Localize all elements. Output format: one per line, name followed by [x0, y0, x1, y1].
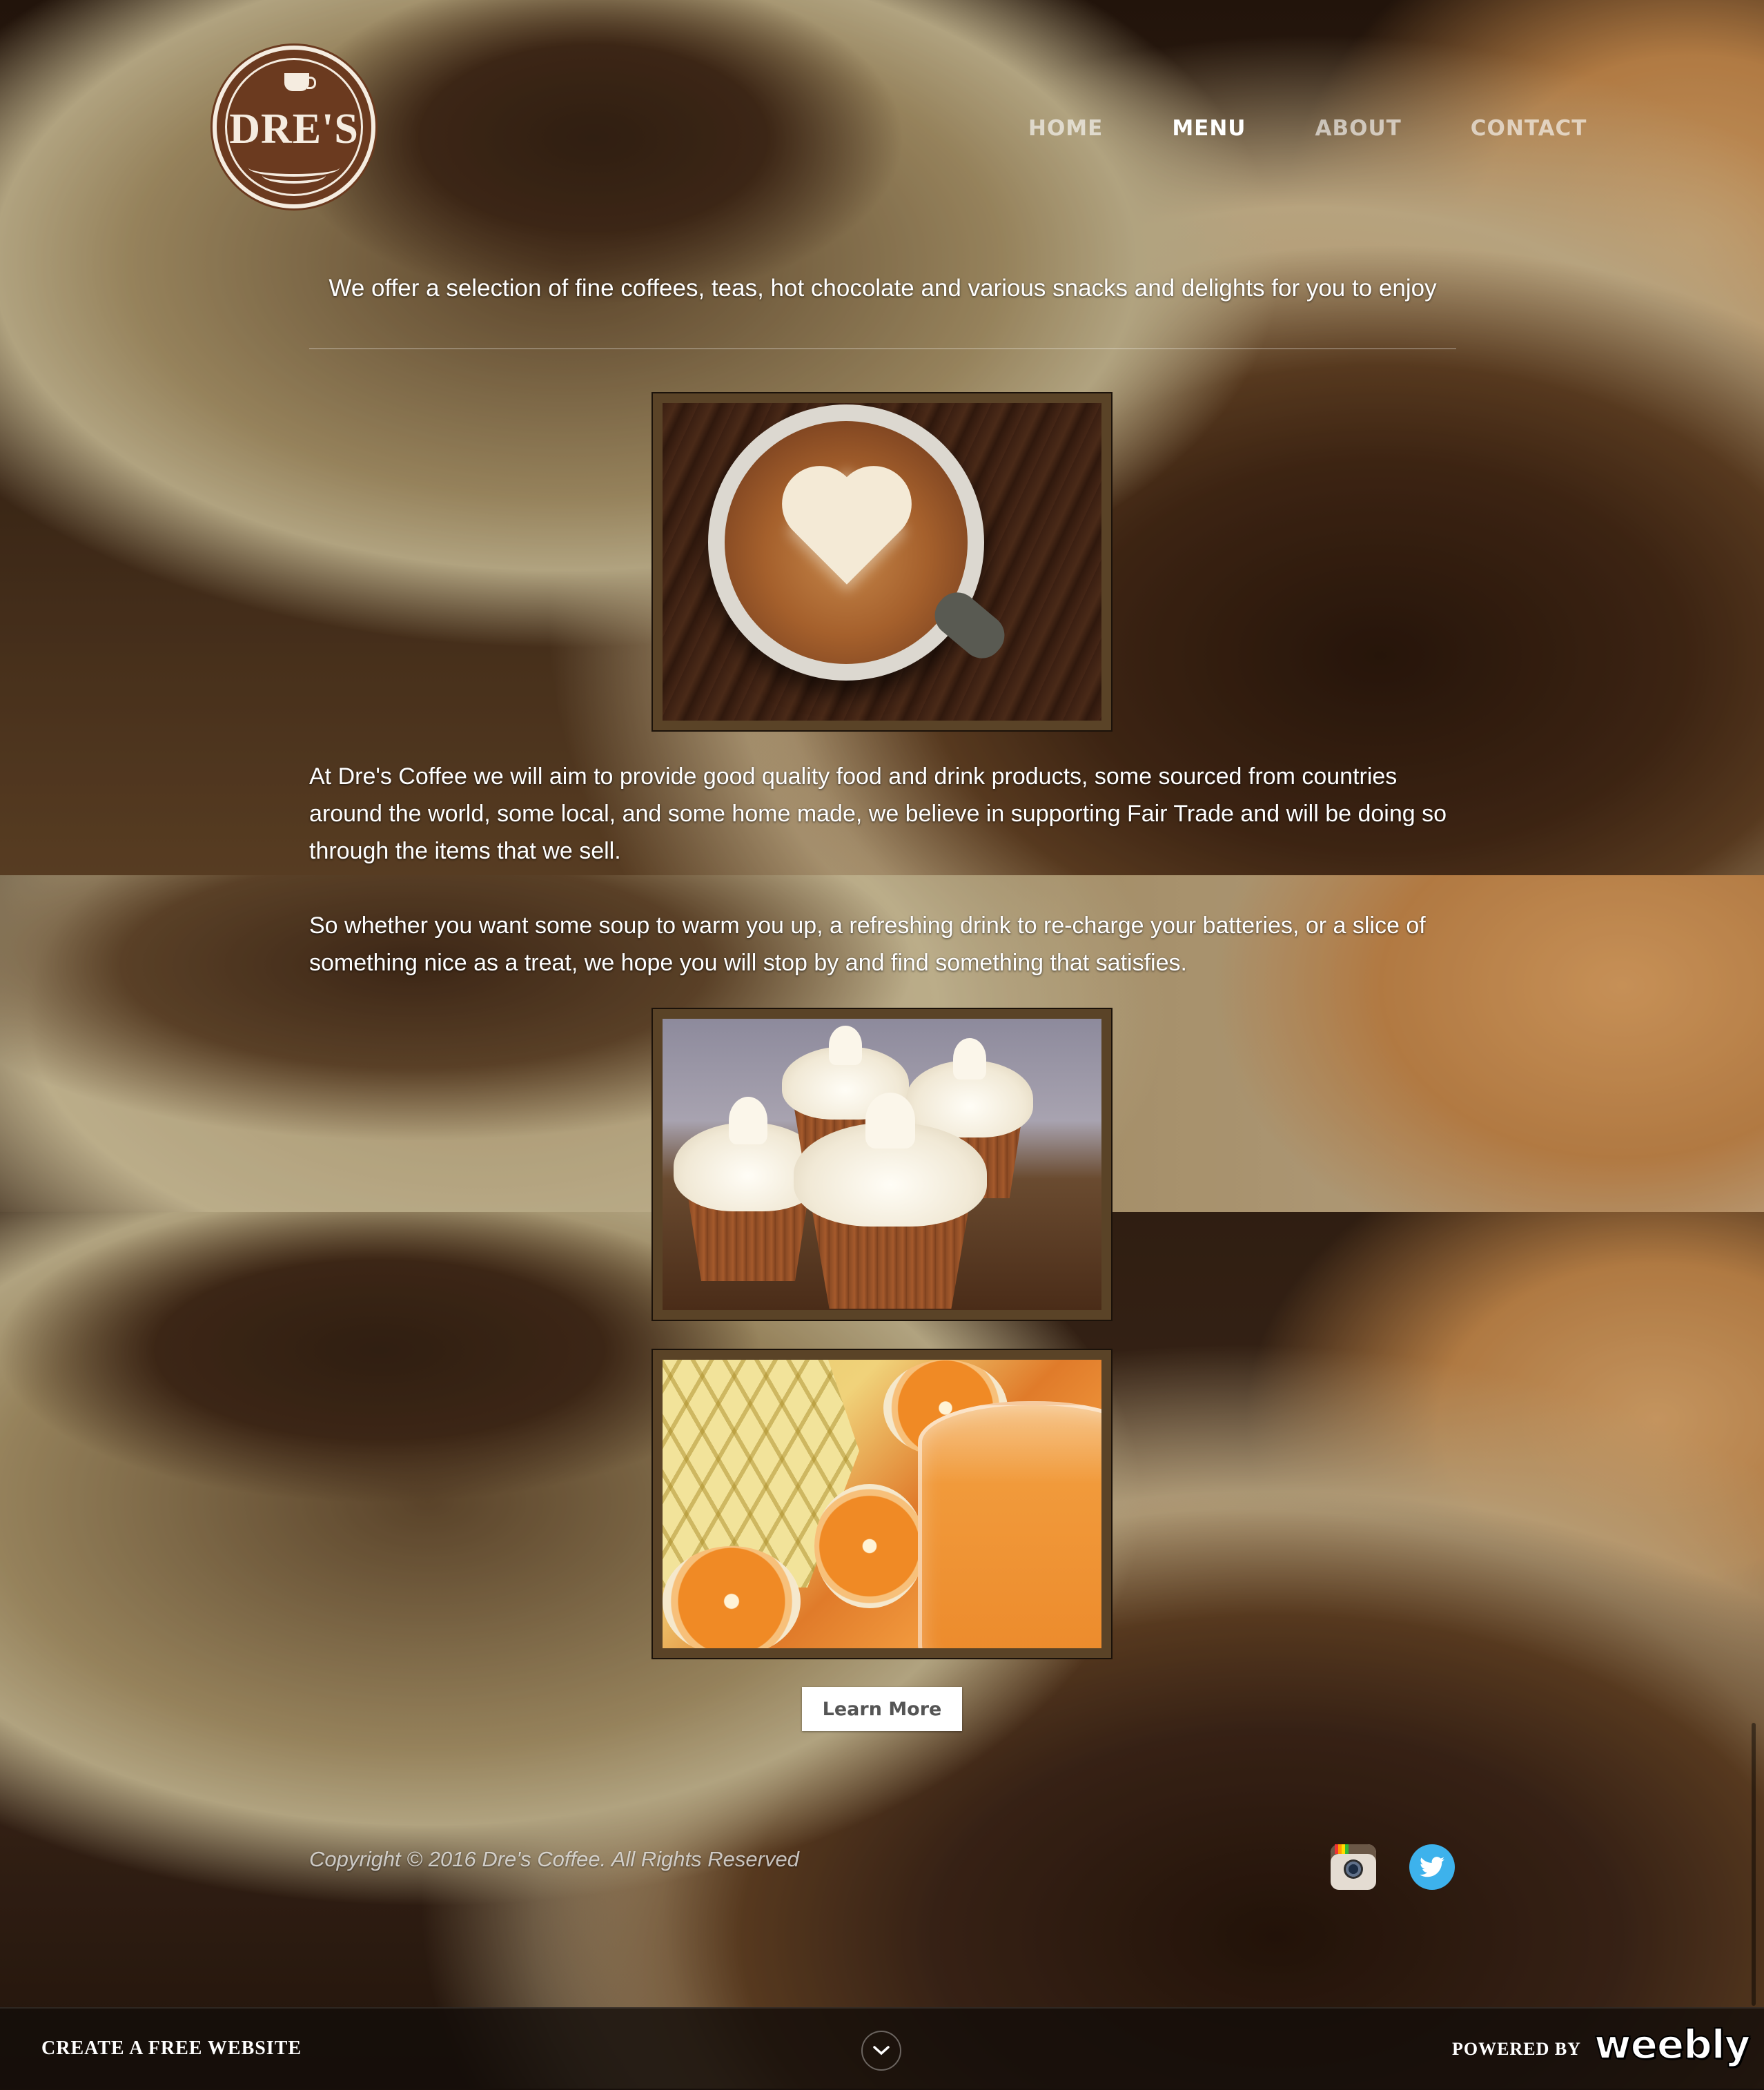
orange-juice-photo	[663, 1360, 1101, 1648]
create-free-website-link[interactable]: CREATE A FREE WEBSITE	[41, 2038, 302, 2060]
twitter-bird-icon	[1420, 1857, 1444, 1877]
cupcakes-photo	[663, 1019, 1101, 1310]
nav-item-contact[interactable]: CONTACT	[1471, 116, 1587, 141]
site-logo[interactable]: DRE'S	[213, 46, 375, 208]
learn-more-button[interactable]: Learn More	[802, 1687, 962, 1731]
nav-item-about[interactable]: ABOUT	[1315, 116, 1401, 141]
twitter-icon[interactable]	[1409, 1844, 1455, 1890]
about-paragraph: At Dre's Coffee we will aim to provide g…	[309, 763, 1447, 864]
coffee-cup-icon	[284, 73, 316, 91]
logo-swoosh	[262, 167, 326, 184]
latte-art-photo	[663, 403, 1101, 721]
weebly-footer-bar: CREATE A FREE WEBSITE POWERED BY weebly	[0, 2007, 1764, 2090]
nav-item-home[interactable]: HOME	[1028, 116, 1103, 141]
logo-text: DRE'S	[229, 106, 359, 153]
instagram-icon[interactable]	[1331, 1844, 1376, 1890]
offer-paragraph: So whether you want some soup to warm yo…	[309, 912, 1426, 976]
intro-text: We offer a selection of fine coffees, te…	[329, 275, 1437, 302]
latte-photo-frame	[651, 392, 1113, 732]
weebly-logo[interactable]: weebly	[1594, 2020, 1751, 2069]
cupcakes-photo-frame	[651, 1008, 1113, 1321]
chevron-down-icon[interactable]	[861, 2031, 901, 2071]
juice-photo-frame	[651, 1349, 1113, 1659]
page-scrollbar[interactable]	[1752, 1723, 1756, 2006]
section-divider	[309, 348, 1456, 349]
copyright-text: Copyright © 2016 Dre's Coffee. All Right…	[309, 1847, 799, 1871]
main-nav: HOME MENU ABOUT CONTACT	[1028, 116, 1656, 141]
powered-by-label: POWERED BY	[1452, 2039, 1581, 2059]
nav-item-menu[interactable]: MENU	[1172, 116, 1246, 141]
